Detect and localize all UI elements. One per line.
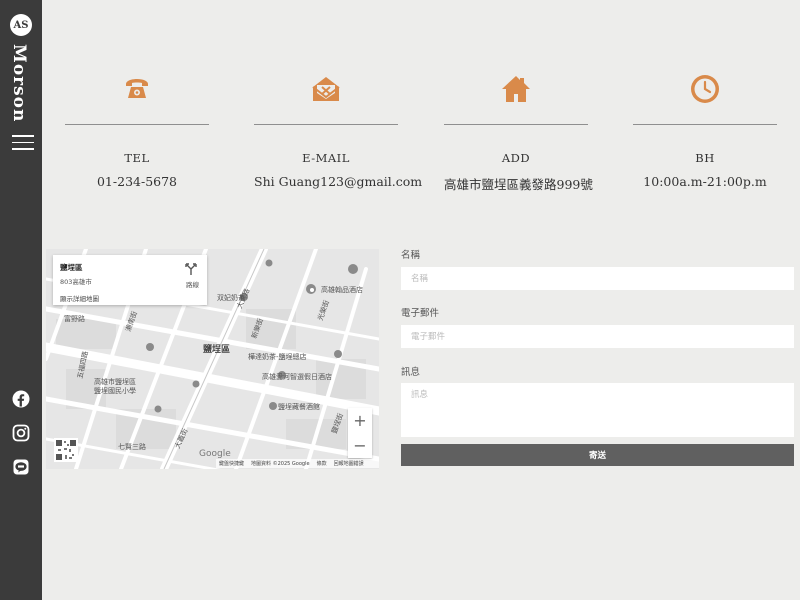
contact-address: ADD 高雄市鹽埕區義發路999號	[444, 70, 593, 193]
map-label: 高雄市鹽埕區	[94, 377, 136, 386]
map-label: 高雄愛河智選假日酒店	[262, 372, 332, 381]
directions-link[interactable]: 路線	[186, 279, 199, 289]
message-label: 訊息	[401, 367, 421, 378]
map-label: 鹽埕區	[203, 343, 230, 355]
map-footer-report[interactable]: 回報地圖錯誤	[334, 460, 364, 467]
contact-label: BH	[695, 151, 715, 165]
contact-hours: BH 10:00a.m-21:00p.m	[633, 70, 777, 189]
contact-value: 高雄市鹽埕區義發路999號	[444, 177, 593, 192]
contact-value: Shi Guang123@gmail.com	[254, 174, 423, 189]
map-footer: 鍵盤快捷鍵 地圖資料 ©2025 Google 條款 回報地圖錯誤	[216, 459, 379, 468]
instagram-icon[interactable]	[11, 423, 31, 443]
contact-label: ADD	[501, 151, 531, 165]
email-label: 電子郵件	[401, 308, 440, 319]
map-label: 七賢三路	[118, 442, 146, 451]
submit-button[interactable]: 寄送	[401, 444, 794, 466]
directions-icon[interactable]	[185, 263, 197, 275]
contact-email: E-MAIL Shi Guang123@gmail.com	[254, 70, 423, 189]
line-icon[interactable]	[11, 457, 31, 477]
divider	[633, 124, 777, 125]
zoom-out-button[interactable]: −	[348, 433, 372, 458]
divider	[444, 124, 588, 125]
clock-icon	[633, 70, 777, 108]
map-label: 富野路	[64, 314, 85, 323]
map-footer-shortcuts[interactable]: 鍵盤快捷鍵	[219, 460, 244, 467]
map-label: 高雄翰品酒店	[321, 285, 363, 294]
contact-label: TEL	[124, 151, 150, 165]
name-label: 名稱	[401, 250, 421, 261]
contact-tel: TEL 01-234-5678	[65, 70, 209, 189]
brand-name[interactable]: Morson	[9, 44, 29, 122]
sidebar: AS Morson	[0, 0, 42, 600]
menu-icon[interactable]	[12, 135, 34, 151]
contact-label: E-MAIL	[302, 151, 350, 165]
map-view-larger-link[interactable]: 顯示詳細地圖	[60, 293, 99, 303]
map-label: 鹽埕國民小學	[94, 386, 136, 395]
divider	[65, 124, 209, 125]
contact-form: 名稱 電子郵件 訊息	[401, 247, 794, 437]
qr-code[interactable]	[54, 438, 78, 462]
contact-value: 01-234-5678	[96, 174, 178, 189]
envelope-icon	[254, 70, 398, 108]
map-label: 鹽埕藏餐酒館	[278, 402, 320, 411]
contact-value: 10:00a.m-21:00p.m	[643, 174, 767, 189]
map-zoom-controls: + −	[348, 408, 372, 458]
facebook-icon[interactable]	[11, 389, 31, 409]
map-embed[interactable]: 鹽埕區 高雄翰品酒店 双妃奶茶 樺達奶茶-鹽埕總店 高雄愛河智選假日酒店 鹽埕藏…	[46, 249, 379, 469]
map-place-title: 鹽埕區	[60, 263, 83, 272]
map-footer-data: 地圖資料 ©2025 Google	[251, 461, 310, 467]
telephone-icon	[65, 70, 209, 108]
name-input[interactable]	[401, 267, 794, 290]
divider	[254, 124, 398, 125]
map-footer-terms[interactable]: 條款	[317, 460, 327, 467]
map-label: 樺達奶茶-鹽埕總店	[248, 352, 307, 361]
map-place-address: 803高雄市	[60, 278, 92, 286]
message-textarea[interactable]	[401, 383, 794, 437]
house-icon	[444, 70, 588, 108]
logo-monogram[interactable]: AS	[10, 14, 32, 36]
email-input[interactable]	[401, 325, 794, 348]
map-place-card: 鹽埕區 803高雄市 顯示詳細地圖 路線	[53, 255, 207, 305]
google-logo: Google	[199, 449, 231, 459]
zoom-in-button[interactable]: +	[348, 408, 372, 433]
